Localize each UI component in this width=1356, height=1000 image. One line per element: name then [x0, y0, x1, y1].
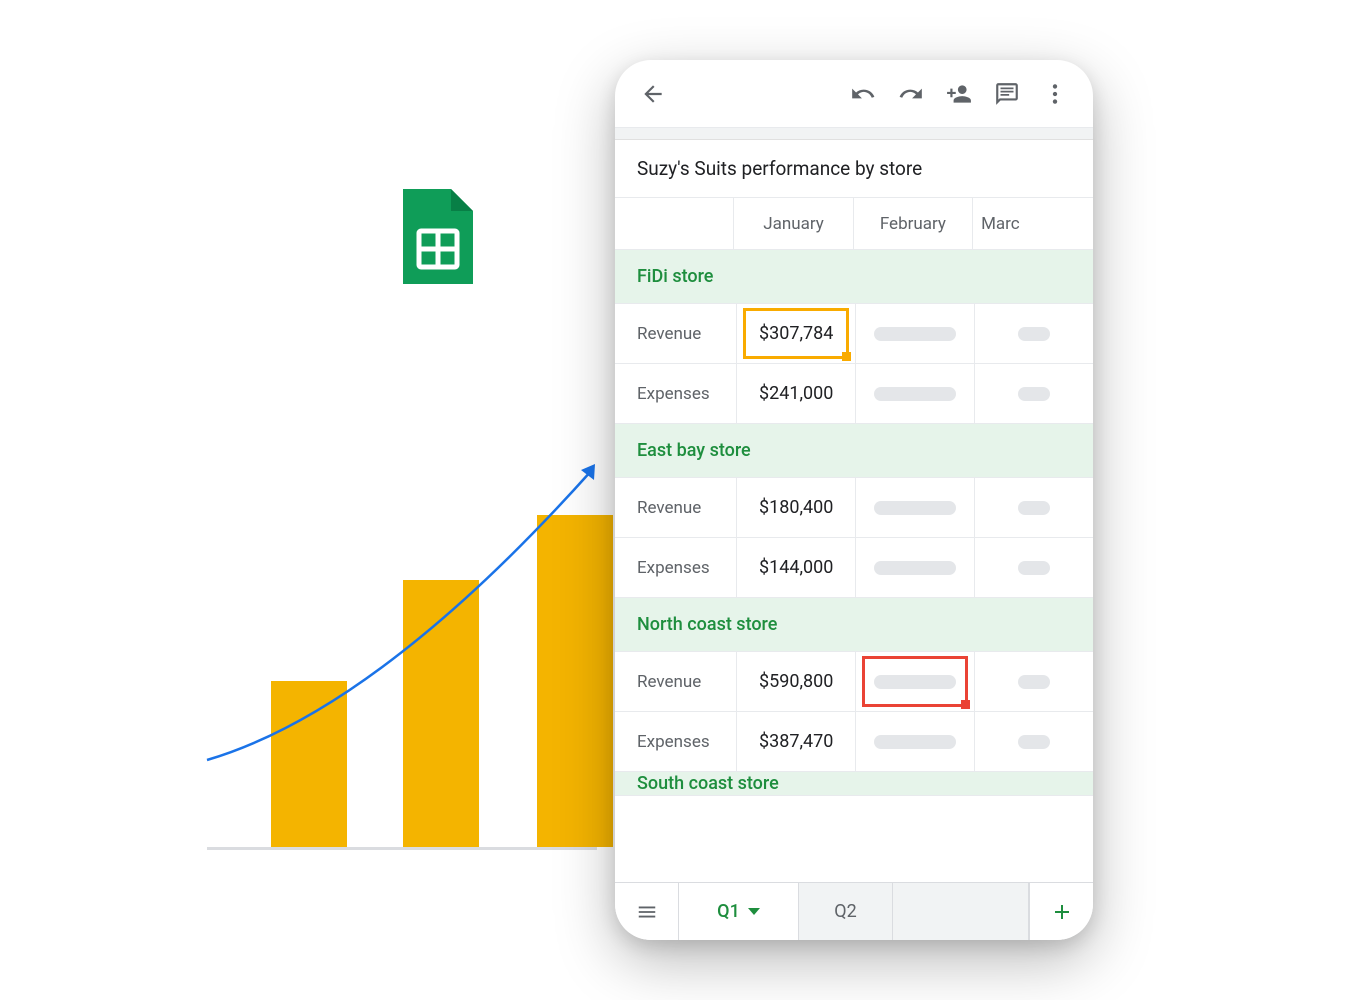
cell[interactable]: $144,000 [737, 538, 856, 597]
placeholder [874, 675, 956, 689]
cell[interactable] [975, 712, 1093, 771]
arrow-left-icon [640, 81, 666, 107]
placeholder [1018, 501, 1050, 515]
sheet-title-cell[interactable]: Suzy's Suits performance by store [615, 140, 1093, 198]
table-row: Expenses $387,470 [615, 712, 1093, 772]
hamburger-icon [636, 901, 658, 923]
cell[interactable] [856, 304, 975, 363]
add-person-button[interactable] [941, 76, 977, 112]
cell[interactable] [856, 712, 975, 771]
store-group-header[interactable]: FiDi store [615, 250, 1093, 304]
tab-label: Q2 [834, 901, 857, 922]
month-header[interactable]: February [854, 198, 973, 249]
cell-value: $307,784 [759, 323, 833, 344]
row-label[interactable]: Revenue [615, 478, 737, 537]
app-toolbar [615, 60, 1093, 128]
add-sheet-button[interactable] [1029, 883, 1093, 940]
table-row: Expenses $241,000 [615, 364, 1093, 424]
cell[interactable] [856, 364, 975, 423]
cell-value: $180,400 [759, 497, 833, 518]
redo-icon [898, 81, 924, 107]
month-header[interactable]: Marc [973, 198, 1093, 249]
table-row: Revenue $590,800 [615, 652, 1093, 712]
cell-value: $144,000 [759, 557, 833, 578]
row-label[interactable]: Revenue [615, 304, 737, 363]
placeholder [874, 501, 956, 515]
tab-label: Q1 [717, 901, 740, 922]
chart-axis [207, 847, 597, 850]
store-group-header[interactable]: South coast store [615, 772, 1093, 796]
cell[interactable] [856, 538, 975, 597]
placeholder [1018, 327, 1050, 341]
plus-icon [1050, 900, 1074, 924]
sheet-tab-active[interactable]: Q1 [679, 883, 799, 940]
cell[interactable] [975, 538, 1093, 597]
placeholder [874, 561, 956, 575]
more-vert-icon [1042, 81, 1068, 107]
cell[interactable] [975, 364, 1093, 423]
add-person-icon [946, 81, 972, 107]
sheet-tabs: Q1 Q2 [615, 882, 1093, 940]
chevron-down-icon [748, 908, 760, 915]
back-button[interactable] [635, 76, 671, 112]
spreadsheet-grid[interactable]: Suzy's Suits performance by store Januar… [615, 140, 1093, 882]
all-sheets-button[interactable] [615, 883, 679, 940]
row-label[interactable]: Expenses [615, 712, 737, 771]
cell[interactable] [975, 304, 1093, 363]
tab-blank-area [893, 883, 1029, 940]
column-header-strip [615, 128, 1093, 140]
column-headers: January February Marc [615, 198, 1093, 250]
row-label[interactable]: Revenue [615, 652, 737, 711]
comment-icon [994, 81, 1020, 107]
placeholder [1018, 675, 1050, 689]
sheet-title: Suzy's Suits performance by store [637, 157, 922, 180]
month-header[interactable]: January [734, 198, 853, 249]
cell[interactable] [856, 652, 975, 711]
cell[interactable]: $590,800 [737, 652, 856, 711]
cell[interactable]: $387,470 [737, 712, 856, 771]
placeholder [874, 327, 956, 341]
placeholder [1018, 387, 1050, 401]
placeholder [874, 735, 956, 749]
cell[interactable] [975, 652, 1093, 711]
table-row: Expenses $144,000 [615, 538, 1093, 598]
placeholder [874, 387, 956, 401]
store-group-header[interactable]: North coast store [615, 598, 1093, 652]
cell-value: $241,000 [759, 383, 833, 404]
trend-arrow-icon [197, 450, 617, 830]
undo-button[interactable] [845, 76, 881, 112]
cell[interactable]: $180,400 [737, 478, 856, 537]
store-group-header[interactable]: East bay store [615, 424, 1093, 478]
more-button[interactable] [1037, 76, 1073, 112]
google-sheets-icon [403, 189, 473, 284]
placeholder [1018, 735, 1050, 749]
table-row: Revenue $307,784 [615, 304, 1093, 364]
cell-value: $387,470 [759, 731, 833, 752]
cell[interactable]: $241,000 [737, 364, 856, 423]
bar-chart [207, 480, 637, 850]
cell[interactable] [856, 478, 975, 537]
comment-button[interactable] [989, 76, 1025, 112]
row-label[interactable]: Expenses [615, 364, 737, 423]
table-row: Revenue $180,400 [615, 478, 1093, 538]
cell[interactable] [975, 478, 1093, 537]
undo-icon [850, 81, 876, 107]
cell[interactable]: $307,784 [737, 304, 856, 363]
sheet-tab[interactable]: Q2 [799, 883, 893, 940]
redo-button[interactable] [893, 76, 929, 112]
cell-value: $590,800 [759, 671, 833, 692]
row-label[interactable]: Expenses [615, 538, 737, 597]
placeholder [1018, 561, 1050, 575]
sheets-mobile-app: Suzy's Suits performance by store Januar… [615, 60, 1093, 940]
